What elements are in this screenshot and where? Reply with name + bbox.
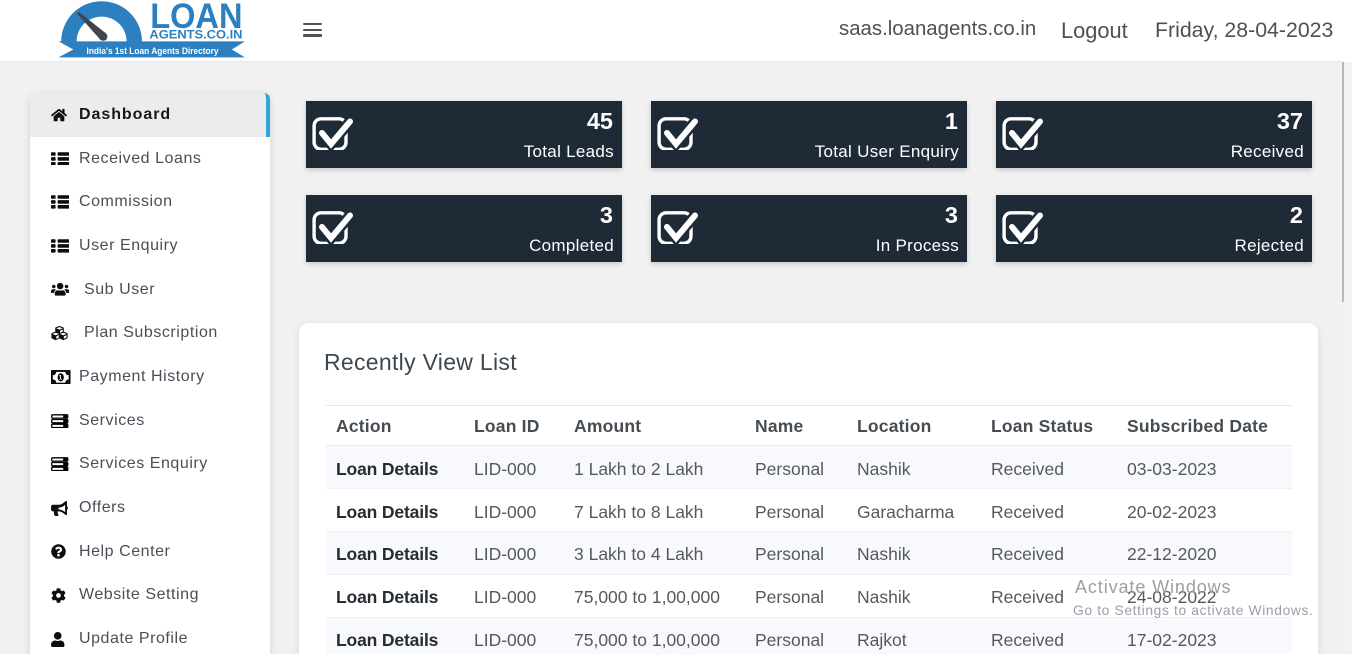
svg-text:1: 1 <box>59 374 63 381</box>
svg-text:India's 1st Loan Agents Direct: India's 1st Loan Agents Directory <box>87 46 220 57</box>
svg-text:AGENTS.CO.IN: AGENTS.CO.IN <box>149 27 242 41</box>
